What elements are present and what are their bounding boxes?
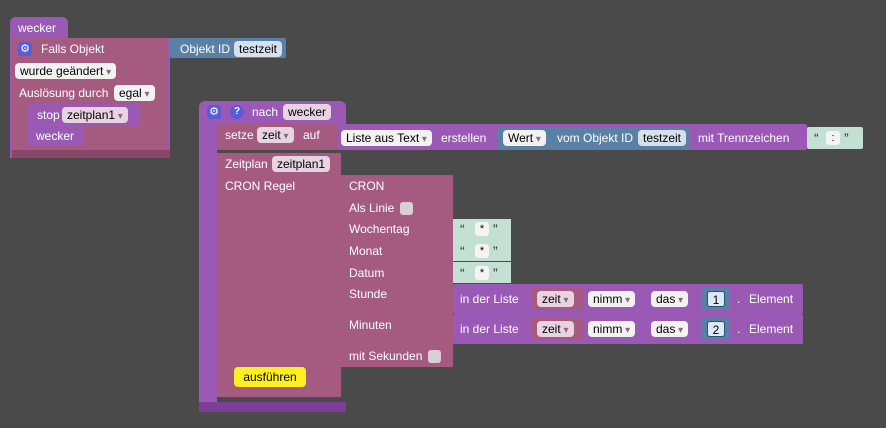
- minute-mode-select[interactable]: nimm: [588, 321, 636, 337]
- call-label: wecker: [36, 129, 75, 143]
- monat-field[interactable]: *: [475, 244, 489, 258]
- nach-value[interactable]: wecker: [283, 104, 332, 120]
- cron-title: CRON: [349, 179, 385, 193]
- wochentag-label: Wochentag: [349, 222, 410, 236]
- help-icon[interactable]: ?: [230, 105, 244, 119]
- separator-field[interactable]: :: [826, 131, 840, 145]
- gear-icon[interactable]: ⚙: [18, 42, 32, 56]
- minute-index-field[interactable]: 2: [707, 321, 725, 337]
- object-id-field[interactable]: testzeit: [234, 41, 283, 57]
- cron-regel-label: CRON Regel: [225, 179, 296, 193]
- sekunden-checkbox[interactable]: [428, 350, 441, 363]
- auf-label: auf: [303, 128, 320, 142]
- minute-var-select[interactable]: zeit: [537, 321, 574, 337]
- als-linie-label: Als Linie: [349, 201, 395, 215]
- close-quote-icon: ”: [493, 221, 498, 237]
- hour-element-label: Element: [749, 292, 794, 306]
- close-quote-icon: ”: [844, 130, 849, 146]
- als-linie-checkbox[interactable]: [400, 202, 413, 215]
- zeitplan-value[interactable]: zeitplan1: [272, 156, 331, 172]
- run-button[interactable]: ausführen: [234, 367, 306, 387]
- hour-dot-label: .: [737, 292, 741, 306]
- trigger-label: Auslösung durch: [19, 86, 109, 100]
- erstellen-label: erstellen: [441, 131, 487, 145]
- vom-value[interactable]: testzeit: [638, 130, 687, 146]
- open-quote-icon: “: [814, 130, 819, 146]
- stop-label: stop: [37, 108, 60, 122]
- hour-var-select[interactable]: zeit: [537, 291, 574, 307]
- open-quote-icon: “: [460, 221, 465, 237]
- zeitplan-label: Zeitplan: [225, 157, 268, 171]
- setze-label: setze: [225, 128, 254, 142]
- hour-list-label: in der Liste: [460, 292, 519, 306]
- sekunden-label: mit Sekunden: [349, 349, 423, 363]
- var-select[interactable]: zeit: [257, 127, 294, 143]
- hour-index-field[interactable]: 1: [707, 291, 725, 307]
- datum-field[interactable]: *: [475, 266, 489, 280]
- trigger-select[interactable]: egal: [114, 85, 155, 101]
- list-select[interactable]: Liste aus Text: [341, 130, 432, 146]
- minute-das-select[interactable]: das: [651, 321, 689, 337]
- object-id-label: Objekt ID: [180, 42, 231, 56]
- event-label: Falls Objekt: [41, 42, 105, 56]
- event-block-footer: [12, 150, 170, 158]
- monat-label: Monat: [349, 244, 383, 258]
- nach-label: nach: [252, 105, 279, 119]
- open-quote-icon: “: [460, 243, 465, 259]
- minuten-label: Minuten: [349, 318, 392, 332]
- nach-block-body: [199, 124, 217, 410]
- open-quote-icon: “: [460, 265, 465, 281]
- datum-label: Datum: [349, 266, 385, 280]
- minute-dot-label: .: [737, 322, 741, 336]
- minute-list-label: in der Liste: [460, 322, 519, 336]
- stunde-label: Stunde: [349, 287, 388, 301]
- stop-select[interactable]: zeitplan1: [62, 107, 128, 123]
- nach-block-footer: [199, 402, 346, 412]
- gear-icon[interactable]: ⚙: [207, 105, 221, 119]
- changed-select[interactable]: wurde geändert: [15, 63, 117, 79]
- trenn-label: mit Trennzeichen: [698, 131, 790, 145]
- wecker-title: wecker: [18, 21, 57, 35]
- close-quote-icon: ”: [493, 243, 498, 259]
- minute-element-label: Element: [749, 322, 794, 336]
- hour-das-select[interactable]: das: [651, 291, 689, 307]
- wochentag-field[interactable]: *: [475, 222, 489, 236]
- close-quote-icon: ”: [493, 265, 498, 281]
- vom-label: vom Objekt ID: [557, 131, 634, 145]
- hour-mode-select[interactable]: nimm: [588, 291, 636, 307]
- wert-select[interactable]: Wert: [503, 130, 546, 146]
